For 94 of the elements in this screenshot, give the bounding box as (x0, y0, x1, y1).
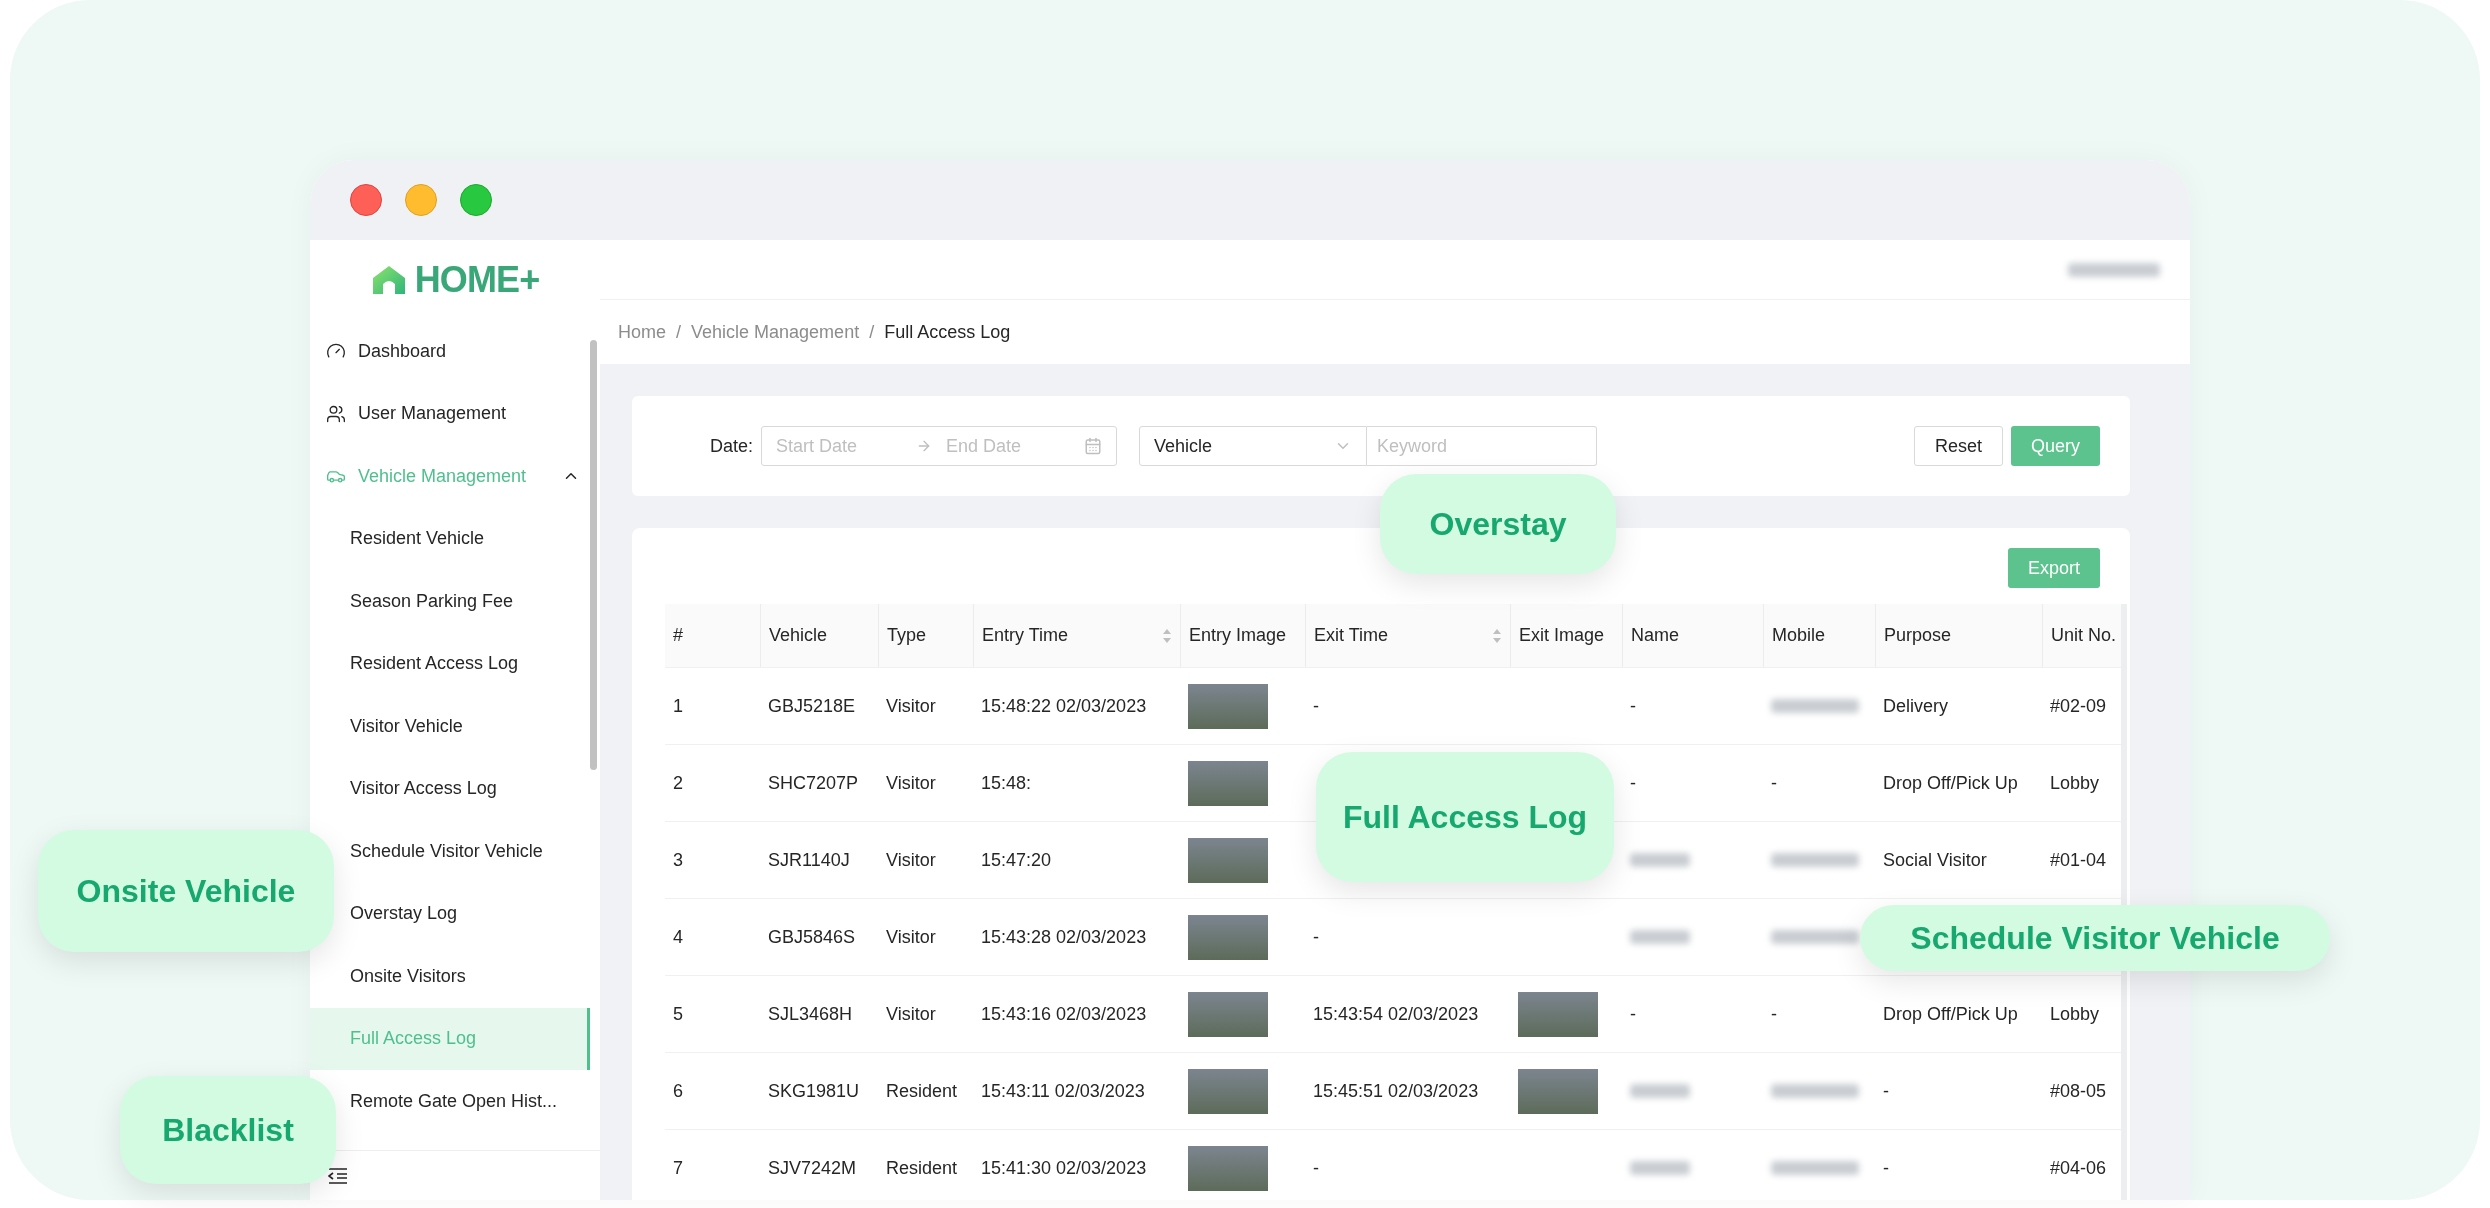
table-cell-text: - (1630, 694, 1636, 718)
column-header: Exit Image (1510, 604, 1622, 667)
table-cell-text: Visitor (886, 771, 936, 795)
table-cell-text: Social Visitor (1883, 848, 1987, 872)
window-minimize-button[interactable] (405, 184, 437, 216)
column-header: Entry Image (1180, 604, 1305, 667)
submenu-item[interactable]: Overstay Log (350, 900, 458, 928)
feature-callout: Blacklist (120, 1076, 336, 1184)
row-number: 7 (673, 1156, 683, 1180)
breadcrumb-separator: / (676, 320, 682, 344)
table-cell-text: 15:48:22 02/03/2023 (981, 694, 1147, 718)
window-zoom-button[interactable] (460, 184, 492, 216)
sort-icon[interactable] (1492, 627, 1502, 644)
feature-callout: Full Access Log (1316, 752, 1614, 882)
submenu-item[interactable]: Remote Gate Open Hist... (350, 1087, 558, 1115)
logo-text: HOME+ (414, 258, 540, 302)
keyword-field[interactable]: Keyword (1367, 426, 1598, 466)
table-cell-text: SHC7207P (768, 771, 859, 795)
column-header: Vehicle (760, 604, 878, 667)
column-header: Name (1622, 604, 1763, 667)
table-cell-text: - (1883, 1156, 1889, 1180)
table-cell-text: 15:47:20 (981, 848, 1052, 872)
column-header: Type (878, 604, 973, 667)
menu-item[interactable]: User Management (310, 382, 590, 445)
table-cell-text: - (1630, 771, 1636, 795)
table-cell-text: Delivery (1883, 694, 1948, 718)
type-select[interactable]: Vehicle (1139, 426, 1368, 466)
users-icon (326, 403, 346, 424)
table-cell-text: Visitor (886, 848, 936, 872)
row-number: 1 (673, 694, 683, 718)
table-cell-text: #08-05 (2050, 1079, 2107, 1103)
sort-icon[interactable] (1162, 627, 1172, 644)
submenu-item[interactable]: Schedule Visitor Vehicle (350, 837, 543, 865)
breadcrumb-separator: / (869, 320, 875, 344)
table-cell-text: 15:41:30 02/03/2023 (981, 1156, 1147, 1180)
column-header[interactable]: Exit Time (1305, 604, 1510, 667)
collapse-menu-icon[interactable] (328, 1167, 348, 1184)
column-header: Purpose (1875, 604, 2042, 667)
table-cell-text: #02-09 (2050, 694, 2107, 718)
scrollbar-thumb[interactable] (590, 340, 597, 770)
house-logo-icon (370, 264, 407, 296)
table-cell-text: Lobby (2050, 1002, 2100, 1026)
table-cell-text: Lobby (2050, 771, 2100, 795)
table-cell-text: GBJ5846S (768, 925, 856, 949)
submenu-item[interactable]: Resident Access Log (350, 650, 519, 678)
table-cell-text: Drop Off/Pick Up (1883, 771, 2018, 795)
table-cell-text: SJL3468H (768, 1002, 853, 1026)
table-cell-text: #01-04 (2050, 848, 2107, 872)
table-cell-text: GBJ5218E (768, 694, 856, 718)
table-cell-text: 15:43:11 02/03/2023 (981, 1079, 1145, 1103)
table-cell-text: - (1313, 925, 1319, 949)
table-cell-text: 15:48: (981, 771, 1032, 795)
row-number: 6 (673, 1079, 683, 1103)
feature-callout: Onsite Vehicle (38, 830, 334, 952)
table-cell-text: - (1313, 694, 1319, 718)
menu-item[interactable]: Dashboard (310, 320, 590, 383)
column-header[interactable]: Entry Time (973, 604, 1180, 667)
table-cell-text: - (1313, 1156, 1319, 1180)
table-cell-text: SKG1981U (768, 1079, 860, 1103)
feature-callout: Overstay (1380, 474, 1616, 574)
submenu-item[interactable]: Resident Vehicle (350, 525, 485, 553)
reset-button[interactable]: Reset (1913, 426, 2003, 466)
table-cell-text: Resident (886, 1156, 958, 1180)
table-cell-text: #04-06 (2050, 1156, 2107, 1180)
table-cell-text: - (1630, 1002, 1636, 1026)
column-header: Mobile (1763, 604, 1875, 667)
table-cell-text: Visitor (886, 1002, 936, 1026)
table-cell-text: - (1883, 1079, 1889, 1103)
submenu-item[interactable]: Onsite Visitors (350, 962, 466, 990)
row-number: 2 (673, 771, 683, 795)
row-number: 3 (673, 848, 683, 872)
table-cell-text: 15:43:54 02/03/2023 (1313, 1002, 1479, 1026)
submenu-item[interactable]: Visitor Vehicle (350, 712, 463, 740)
table-cell-text: SJR1140J (768, 848, 850, 872)
column-header: Unit No. (2042, 604, 2127, 667)
table-cell-text: 15:45:51 02/03/2023 (1313, 1079, 1479, 1103)
date-label: Date: (710, 434, 754, 458)
table-cell-text: Visitor (886, 925, 936, 949)
feature-callout: Schedule Visitor Vehicle (1860, 905, 2330, 971)
table-cell-text: 15:43:28 02/03/2023 (981, 925, 1147, 949)
table-cell-text: 15:43:16 02/03/2023 (981, 1002, 1147, 1026)
table-cell-text: Visitor (886, 694, 936, 718)
row-number: 5 (673, 1002, 683, 1026)
table-cell-text: - (1771, 771, 1777, 795)
row-number: 4 (673, 925, 683, 949)
submenu-item[interactable]: Season Parking Fee (350, 587, 514, 615)
submenu-item[interactable]: Visitor Access Log (350, 775, 497, 803)
table-cell-text: Resident (886, 1079, 958, 1103)
table-cell-text: Drop Off/Pick Up (1883, 1002, 2018, 1026)
table-cell-text: - (1771, 1002, 1777, 1026)
window-close-button[interactable] (350, 184, 382, 216)
table-cell-text: SJV7242M (768, 1156, 857, 1180)
calendar-icon (1084, 437, 1103, 455)
column-header: # (672, 624, 684, 647)
